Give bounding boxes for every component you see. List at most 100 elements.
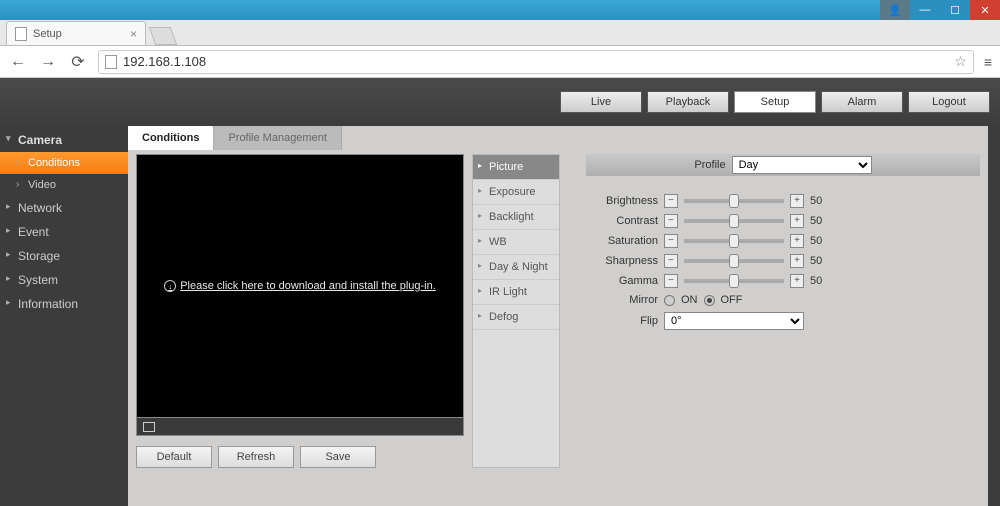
properties-column: Profile Day Brightness − + 50 C [568, 154, 980, 468]
gamma-row: Gamma − + 50 [586, 274, 980, 288]
menu-wb[interactable]: WB [473, 230, 559, 255]
contrast-label: Contrast [586, 215, 658, 227]
app-frame: Live Playback Setup Alarm Logout Camera … [0, 78, 1000, 506]
sidebar-information[interactable]: Information [0, 292, 128, 316]
tab-title: Setup [33, 28, 62, 40]
subtab-conditions[interactable]: Conditions [128, 126, 214, 150]
gamma-minus[interactable]: − [664, 274, 678, 288]
mirror-off-label: OFF [721, 294, 743, 306]
user-icon[interactable]: 👤 [880, 0, 910, 20]
profile-bar: Profile Day [586, 154, 980, 176]
conditions-panel: ↓ Please click here to download and inst… [128, 150, 988, 476]
sidebar-network[interactable]: Network [0, 196, 128, 220]
browser-toolbar: ← → ⟳ 192.168.1.108 ☆ ≡ [0, 46, 1000, 78]
address-bar[interactable]: 192.168.1.108 ☆ [98, 50, 974, 74]
brightness-slider[interactable] [684, 199, 784, 203]
mirror-on-radio[interactable] [664, 295, 675, 306]
subtab-profile-management[interactable]: Profile Management [214, 126, 341, 150]
browser-tab[interactable]: Setup × [6, 21, 146, 45]
sidebar-system[interactable]: System [0, 268, 128, 292]
saturation-slider[interactable] [684, 239, 784, 243]
brightness-value: 50 [810, 195, 830, 207]
sidebar-conditions[interactable]: Conditions [0, 152, 128, 174]
nav-playback[interactable]: Playback [647, 91, 729, 113]
video-footer [136, 418, 464, 436]
video-preview: ↓ Please click here to download and inst… [136, 154, 464, 418]
sharpness-value: 50 [810, 255, 830, 267]
mirror-off-radio[interactable] [704, 295, 715, 306]
url-text: 192.168.1.108 [123, 54, 206, 69]
reload-button[interactable]: ⟳ [68, 52, 88, 72]
brightness-plus[interactable]: + [790, 194, 804, 208]
chrome-menu-icon[interactable]: ≡ [984, 54, 992, 70]
save-button[interactable]: Save [300, 446, 376, 468]
sharpness-plus[interactable]: + [790, 254, 804, 268]
back-button[interactable]: ← [8, 53, 28, 71]
slider-thumb[interactable] [729, 274, 739, 288]
slider-thumb[interactable] [729, 214, 739, 228]
contrast-minus[interactable]: − [664, 214, 678, 228]
bookmark-icon[interactable]: ☆ [954, 53, 967, 70]
sharpness-slider[interactable] [684, 259, 784, 263]
new-tab-button[interactable] [149, 27, 178, 45]
maximize-button[interactable]: ☐ [940, 0, 970, 20]
contrast-slider[interactable] [684, 219, 784, 223]
plugin-download-link[interactable]: ↓ Please click here to download and inst… [164, 280, 436, 292]
sharpness-minus[interactable]: − [664, 254, 678, 268]
refresh-button[interactable]: Refresh [218, 446, 294, 468]
nav-live[interactable]: Live [560, 91, 642, 113]
sidebar-storage[interactable]: Storage [0, 244, 128, 268]
slider-thumb[interactable] [729, 194, 739, 208]
menu-backlight[interactable]: Backlight [473, 205, 559, 230]
download-icon: ↓ [164, 280, 176, 292]
mirror-row: Mirror ON OFF [586, 294, 980, 306]
mirror-on-label: ON [681, 294, 698, 306]
main-row: Camera Conditions Video Network Event St… [0, 126, 1000, 506]
fullscreen-icon[interactable] [143, 422, 155, 432]
gamma-plus[interactable]: + [790, 274, 804, 288]
menu-exposure[interactable]: Exposure [473, 180, 559, 205]
sidebar-event[interactable]: Event [0, 220, 128, 244]
nav-setup[interactable]: Setup [734, 91, 816, 113]
menu-ir-light[interactable]: IR Light [473, 280, 559, 305]
saturation-label: Saturation [586, 235, 658, 247]
flip-select[interactable]: 0° [664, 312, 804, 330]
slider-thumb[interactable] [729, 234, 739, 248]
close-tab-icon[interactable]: × [130, 27, 137, 41]
window-titlebar: 👤 — ☐ ✕ [0, 0, 1000, 20]
plugin-text: Please click here to download and instal… [180, 280, 436, 292]
brightness-label: Brightness [586, 195, 658, 207]
contrast-value: 50 [810, 215, 830, 227]
nav-logout[interactable]: Logout [908, 91, 990, 113]
gamma-slider[interactable] [684, 279, 784, 283]
video-column: ↓ Please click here to download and inst… [136, 154, 464, 468]
saturation-plus[interactable]: + [790, 234, 804, 248]
site-icon [105, 55, 117, 69]
flip-label: Flip [586, 315, 658, 327]
sharpness-label: Sharpness [586, 255, 658, 267]
nav-alarm[interactable]: Alarm [821, 91, 903, 113]
menu-picture[interactable]: Picture [473, 155, 559, 180]
action-buttons: Default Refresh Save [136, 446, 464, 468]
sidebar-camera[interactable]: Camera [0, 128, 128, 152]
saturation-value: 50 [810, 235, 830, 247]
saturation-minus[interactable]: − [664, 234, 678, 248]
brightness-row: Brightness − + 50 [586, 194, 980, 208]
profile-label: Profile [694, 159, 725, 171]
mirror-label: Mirror [586, 294, 658, 306]
minimize-button[interactable]: — [910, 0, 940, 20]
forward-button[interactable]: → [38, 53, 58, 71]
top-nav: Live Playback Setup Alarm Logout [0, 78, 1000, 126]
close-button[interactable]: ✕ [970, 0, 1000, 20]
gamma-label: Gamma [586, 275, 658, 287]
menu-day-night[interactable]: Day & Night [473, 255, 559, 280]
profile-select[interactable]: Day [732, 156, 872, 174]
sidebar-video[interactable]: Video [0, 174, 128, 196]
brightness-minus[interactable]: − [664, 194, 678, 208]
menu-defog[interactable]: Defog [473, 305, 559, 330]
slider-thumb[interactable] [729, 254, 739, 268]
saturation-row: Saturation − + 50 [586, 234, 980, 248]
contrast-plus[interactable]: + [790, 214, 804, 228]
default-button[interactable]: Default [136, 446, 212, 468]
subtab-bar: Conditions Profile Management [128, 126, 988, 150]
